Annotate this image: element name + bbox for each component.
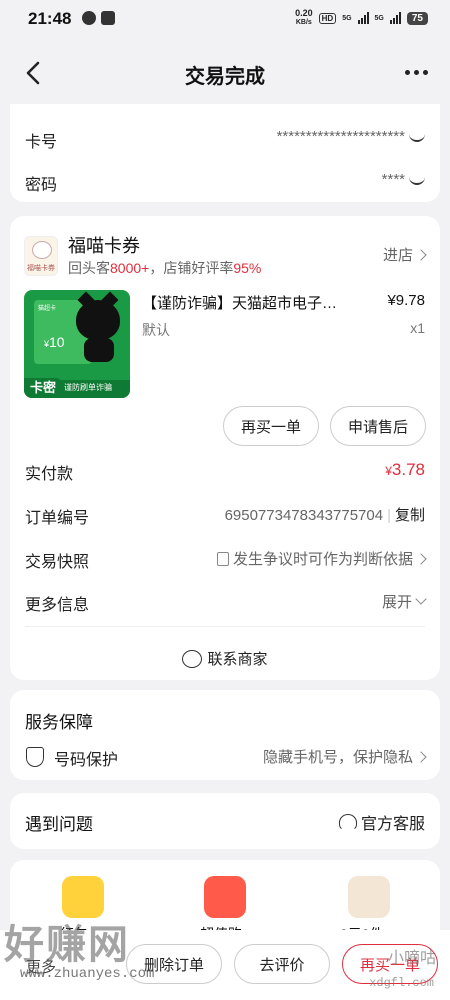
battery-icon: 75 xyxy=(406,11,428,25)
chevron-down-icon xyxy=(415,593,427,605)
enter-shop-link[interactable]: 进店 xyxy=(383,244,427,265)
chevron-right-icon xyxy=(415,751,427,763)
official-service-link[interactable]: 官方客服 xyxy=(338,810,425,834)
watermark-url: www.zhuanyes.com xyxy=(20,966,155,982)
signal-icon xyxy=(357,12,369,24)
shop-name[interactable]: 福喵卡券 xyxy=(68,232,140,258)
hidden-eye-icon[interactable] xyxy=(409,132,425,143)
page-title: 交易完成 xyxy=(185,66,265,88)
snapshot-link[interactable]: 发生争议时可作为判断依据 xyxy=(216,548,427,569)
snapshot-label: 交易快照 xyxy=(25,554,90,571)
product-tag: 卡密 谨防刷单诈骗 xyxy=(24,378,130,398)
signal-icon-2 xyxy=(389,12,401,24)
product-price: ¥9.78 xyxy=(387,292,425,309)
hidden-eye-icon[interactable] xyxy=(409,175,425,186)
product-image[interactable]: 猫超卡 ¥10 卡密 谨防刷单诈骗 xyxy=(24,290,130,398)
status-bar: 21:48 0.20 KB/s HD 5G 5G 75 xyxy=(0,0,450,38)
shield-icon xyxy=(26,747,44,767)
status-right: 0.20 KB/s HD 5G 5G 75 xyxy=(295,8,428,28)
password-value: **** xyxy=(382,171,425,188)
net-speed: 0.20 KB/s xyxy=(295,8,313,26)
navbar: 交易完成 xyxy=(0,40,450,104)
service-title: 服务保障 xyxy=(25,713,93,732)
divider xyxy=(25,626,425,627)
paid-amount: ¥3.78 xyxy=(385,460,425,479)
buy-again-button[interactable]: 再买一单 xyxy=(223,406,319,446)
signal-label-2: 5G xyxy=(374,14,384,22)
watermark-logo-right: 小嘀咕 xyxy=(387,950,436,967)
signal-label-1: 5G xyxy=(342,14,352,22)
problem-title: 遇到问题 xyxy=(25,815,93,834)
more-options-icon[interactable] xyxy=(405,70,428,75)
number-protection-label: 号码保护 xyxy=(54,752,119,769)
tmall-cat-icon xyxy=(76,300,120,340)
copy-button[interactable]: 复制 xyxy=(395,507,425,524)
card-number-value: ********************** xyxy=(277,128,425,145)
watermark-logo: 好赚网 xyxy=(4,923,130,967)
more-info-label: 更多信息 xyxy=(25,597,90,614)
number-protection-link[interactable]: 隐藏手机号，保护隐私 xyxy=(263,746,427,767)
order-number-label: 订单编号 xyxy=(25,510,90,527)
password-label: 密码 xyxy=(25,177,58,194)
message-icon xyxy=(82,11,96,25)
order-number: 6950773478343775704 | 复制 xyxy=(224,507,425,524)
problem-card: 遇到问题 官方客服 xyxy=(10,793,440,849)
status-time: 21:48 xyxy=(28,9,72,28)
chevron-right-icon xyxy=(415,553,427,565)
cat-logo-icon xyxy=(32,241,52,259)
chevron-right-icon xyxy=(415,249,427,261)
card-number-label: 卡号 xyxy=(25,134,58,151)
watermark-url-right: xdgfl.com xyxy=(369,976,434,990)
credentials-card: 卡号 ********************** 密码 **** xyxy=(10,104,440,202)
product-quantity: x1 xyxy=(410,320,425,336)
service-card: 服务保障 号码保护 隐藏手机号，保护隐私 xyxy=(10,690,440,780)
review-button[interactable]: 去评价 xyxy=(234,944,330,984)
product-title[interactable]: 【谨防诈骗】天猫超市电子… xyxy=(142,292,372,313)
product-bundle-icon[interactable] xyxy=(348,876,390,918)
hd-icon: HD xyxy=(318,12,337,24)
product-spec: 默认 xyxy=(142,322,170,338)
contact-seller-button[interactable]: 联系商家 xyxy=(10,648,440,669)
chat-icon xyxy=(182,650,203,669)
document-icon xyxy=(216,552,229,567)
shop-logo[interactable]: 福喵卡券 xyxy=(24,236,58,276)
headset-icon xyxy=(338,814,357,832)
shop-stats: 回头客8000+，店铺好评率95% xyxy=(68,260,262,276)
expand-toggle[interactable]: 展开 xyxy=(382,591,427,612)
notification-icon xyxy=(101,11,115,25)
paid-label: 实付款 xyxy=(25,466,74,483)
order-card: 福喵卡券 福喵卡券 回头客8000+，店铺好评率95% 进店 猫超卡 ¥10 卡… xyxy=(10,216,440,680)
after-sale-button[interactable]: 申请售后 xyxy=(330,406,426,446)
down-arrow-icon[interactable] xyxy=(204,876,246,918)
